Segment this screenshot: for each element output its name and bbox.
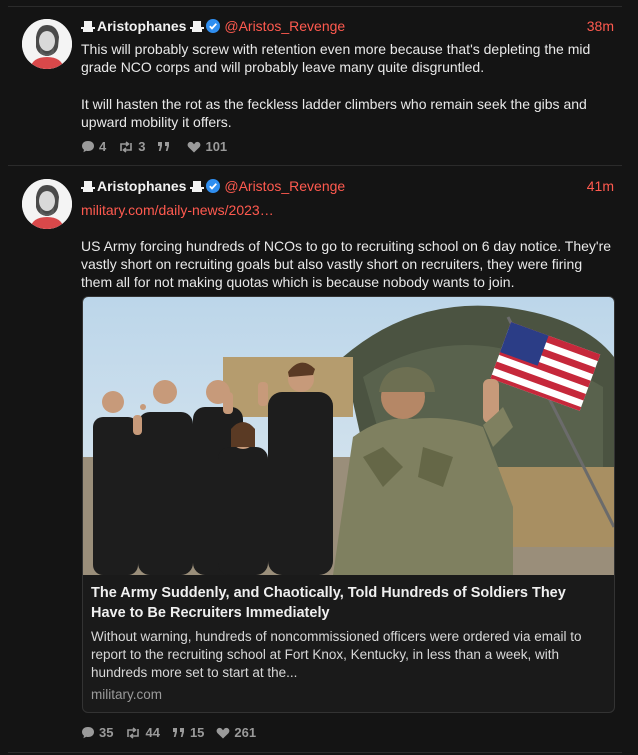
post-actions: 4 3 101 bbox=[81, 139, 239, 154]
repost-button[interactable]: 44 bbox=[125, 725, 160, 740]
heart-icon bbox=[188, 141, 201, 152]
quote-count: 15 bbox=[189, 725, 205, 740]
hat-icon bbox=[190, 179, 205, 192]
reply-icon bbox=[82, 141, 94, 153]
reply-button[interactable]: 35 bbox=[81, 725, 113, 740]
repost-icon bbox=[127, 726, 140, 739]
post-time[interactable]: 41m bbox=[587, 178, 614, 194]
avatar[interactable] bbox=[22, 179, 72, 229]
post-actions: 35 44 15 261 bbox=[81, 725, 268, 740]
post-text: It will hasten the rot as the feckless l… bbox=[81, 96, 587, 130]
repost-icon bbox=[120, 140, 133, 153]
reply-icon bbox=[82, 727, 94, 739]
author-name[interactable]: Aristophanes bbox=[97, 18, 186, 34]
link-preview-card[interactable]: The Army Suddenly, and Chaotically, Told… bbox=[82, 296, 615, 713]
hat-icon bbox=[190, 19, 205, 32]
hat-icon bbox=[81, 19, 95, 32]
hat-icon bbox=[81, 179, 95, 192]
like-count: 101 bbox=[205, 139, 228, 154]
author-name[interactable]: Aristophanes bbox=[97, 178, 186, 194]
article-link[interactable]: military.com/daily-news/2023… bbox=[81, 202, 274, 218]
avatar[interactable] bbox=[22, 19, 72, 69]
card-title[interactable]: The Army Suddenly, and Chaotically, Told… bbox=[91, 583, 604, 623]
like-button[interactable]: 101 bbox=[187, 139, 227, 154]
author-handle[interactable]: @Aristos_Revenge bbox=[224, 178, 345, 194]
reply-button[interactable]: 4 bbox=[81, 139, 106, 154]
like-count: 261 bbox=[234, 725, 257, 740]
heart-icon bbox=[217, 727, 230, 738]
article-photo bbox=[83, 297, 614, 575]
card-domain: military.com bbox=[91, 687, 163, 702]
repost-button[interactable]: 3 bbox=[118, 139, 145, 154]
repost-count: 44 bbox=[145, 725, 160, 740]
card-description: Without warning, hundreds of noncommissi… bbox=[91, 629, 582, 680]
post-time[interactable]: 38m bbox=[587, 18, 614, 34]
reply-count: 35 bbox=[99, 725, 114, 740]
reply-count: 4 bbox=[99, 139, 107, 154]
verified-icon bbox=[206, 19, 221, 33]
quote-button[interactable] bbox=[157, 139, 175, 154]
quote-icon bbox=[158, 142, 170, 151]
post[interactable]: Aristophanes @Aristos_Revenge 38m This w… bbox=[8, 6, 622, 165]
quote-button[interactable]: 15 bbox=[172, 725, 204, 740]
like-button[interactable]: 261 bbox=[216, 725, 256, 740]
repost-count: 3 bbox=[138, 139, 146, 154]
post-text: US Army forcing hundreds of NCOs to go t… bbox=[81, 238, 612, 290]
post-text: This will probably screw with retention … bbox=[81, 41, 591, 75]
quote-icon bbox=[172, 728, 184, 737]
verified-icon bbox=[206, 179, 221, 193]
author-handle[interactable]: @Aristos_Revenge bbox=[224, 18, 345, 34]
post[interactable]: Aristophanes @Aristos_Revenge 41m milita… bbox=[8, 165, 622, 753]
post-header: Aristophanes @Aristos_Revenge 41m bbox=[81, 178, 614, 198]
post-header: Aristophanes @Aristos_Revenge 38m bbox=[81, 18, 614, 38]
